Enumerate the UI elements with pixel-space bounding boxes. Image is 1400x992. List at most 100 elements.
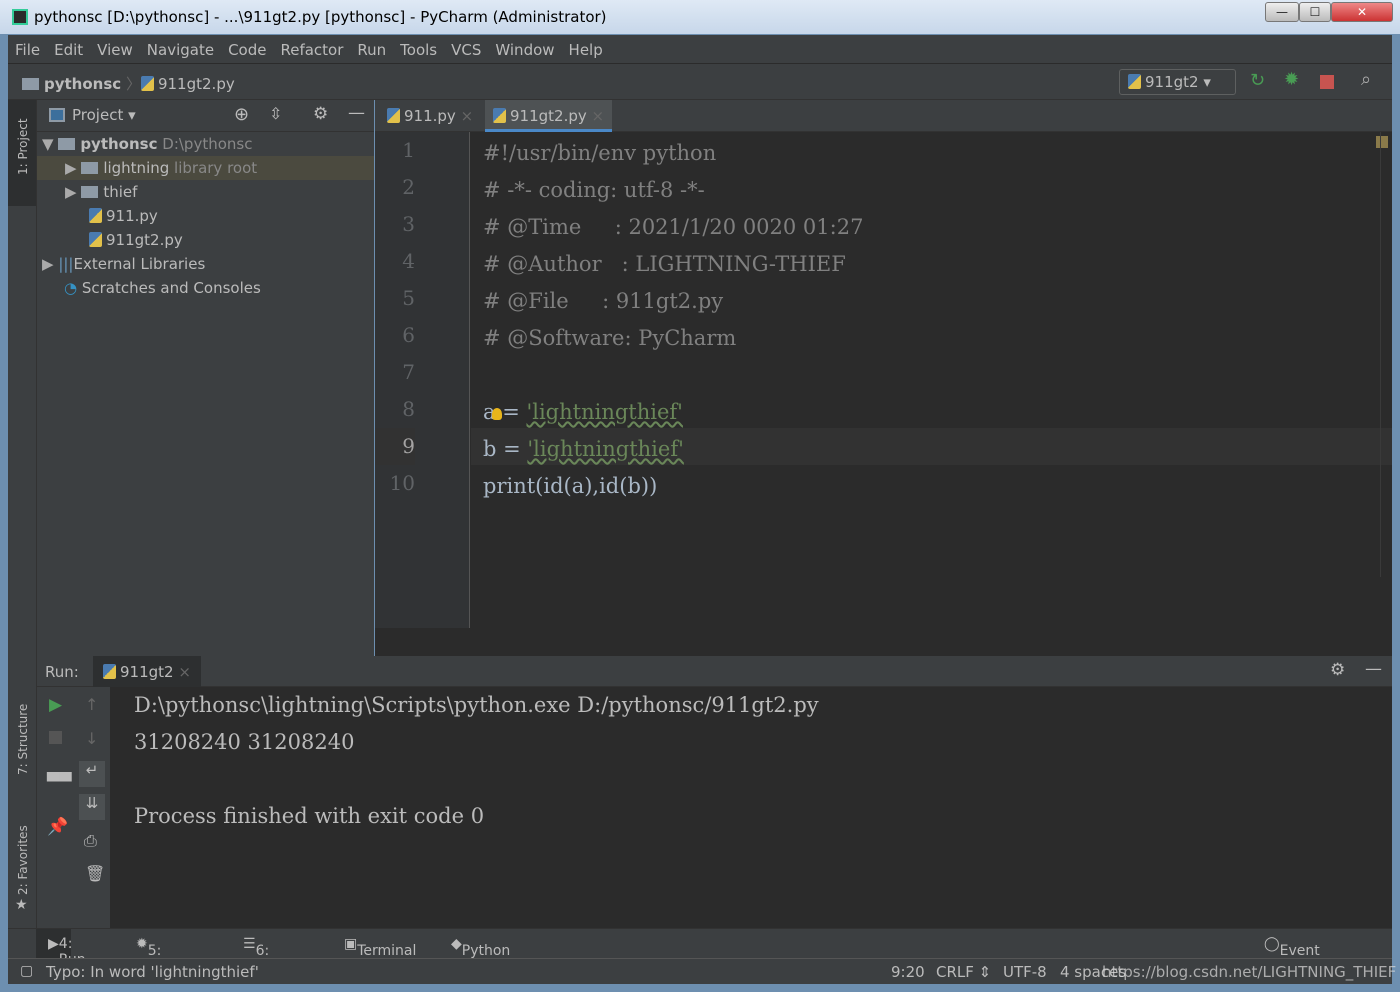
project-view-icon — [49, 108, 65, 122]
run-toolbar: ▶ ▀▀ 📌 ↑ ↓ ↵ ⇊ ⎙ 🗑 — [37, 687, 110, 928]
run-icon[interactable]: ▶ — [49, 695, 62, 715]
menu-refactor[interactable]: Refactor — [273, 35, 350, 59]
left-tool-strip: 1: Project 7: Structure 2: Favorites ★ — [8, 100, 37, 928]
code-line-9: b = 'lightningthief' — [483, 437, 684, 461]
scroll-to-end-icon[interactable]: ⇊ — [79, 794, 105, 820]
title-bar: pythonsc [D:\pythonsc] - ...\911gt2.py [… — [0, 0, 1400, 34]
chevron-down-icon: ▾ — [1203, 73, 1211, 91]
code-editor[interactable]: 911.py × 911gt2.py × 1 2 3 4 5 6 7 8 9 10 #!/usr/… — [375, 100, 1392, 656]
breadcrumb-project[interactable]: pythonsc — [44, 75, 121, 93]
breadcrumb-file[interactable]: 911gt2.py — [158, 75, 235, 93]
status-message: Typo: In word 'lightningthief' — [46, 963, 259, 981]
event-log-button[interactable]: ◯ Event Log — [1264, 936, 1320, 975]
editor-tabs: 911.py × 911gt2.py × — [375, 100, 1392, 132]
bottom-tab-todo[interactable]: ☰ 6: TODO — [243, 936, 297, 975]
watermark: https://blog.csdn.net/LIGHTNING_THIEF — [1102, 963, 1397, 981]
code-line-4: # @Author : LIGHTNING-THIEF — [483, 252, 846, 276]
hide-icon[interactable]: — — [348, 103, 365, 123]
line-separator[interactable]: CRLF ⇕ — [936, 963, 991, 981]
file-encoding[interactable]: UTF-8 — [1003, 963, 1047, 981]
toggle-tool-windows-icon[interactable]: ▢ — [20, 963, 33, 979]
debug-bug-icon[interactable]: ✹ — [1284, 69, 1299, 90]
project-tool-button[interactable]: 1: Project — [8, 100, 36, 206]
menu-window[interactable]: Window — [488, 35, 561, 59]
project-view-selector[interactable]: Project ▾ — [72, 106, 136, 124]
close-button[interactable]: ✕ — [1331, 2, 1393, 22]
menu-view[interactable]: View — [90, 35, 140, 59]
window-title: pythonsc [D:\pythonsc] - ...\911gt2.py [… — [34, 8, 607, 26]
lightbulb-icon[interactable] — [492, 408, 502, 420]
project-panel: Project ▾ ⊕ ⇳ ⚙ — ▼ pythonsc D:\pythonsc… — [37, 100, 374, 656]
pin-icon[interactable]: 📌 — [47, 817, 68, 837]
stop-icon[interactable] — [1320, 75, 1334, 89]
run-panel-header: Run: 911gt2 × ⚙ — — [37, 656, 1392, 687]
code-line-10: print(id(a),id(b)) — [483, 474, 658, 498]
caret-position[interactable]: 9:20 — [891, 963, 925, 981]
console-command-line: D:\pythonsc\lightning\Scripts\python.exe… — [134, 693, 819, 717]
collapse-all-icon[interactable]: ⇳ — [269, 104, 282, 123]
code-line-2: # -*- coding: utf-8 -*- — [483, 178, 705, 202]
menu-navigate[interactable]: Navigate — [140, 35, 221, 59]
code-line-5: # @File : 911gt2.py — [483, 289, 724, 313]
gear-icon[interactable]: ⚙ — [313, 104, 328, 124]
down-arrow-icon[interactable]: ↓ — [85, 729, 98, 748]
tree-item-external-libraries[interactable]: ▶ |||External Libraries — [37, 252, 374, 276]
bottom-tab-python-console[interactable]: ◆ Python Console — [451, 936, 517, 975]
tree-item-thief[interactable]: ▶ thief — [37, 180, 374, 204]
menu-tools[interactable]: Tools — [393, 35, 444, 59]
bottom-tab-run[interactable]: ▶ 4: Run — [36, 929, 86, 968]
menu-file[interactable]: File — [8, 35, 47, 59]
tree-item-911gt2-py[interactable]: 911gt2.py — [37, 228, 374, 252]
console-output-line: 31208240 31208240 — [134, 730, 355, 754]
star-icon: ★ — [15, 897, 28, 913]
locate-icon[interactable]: ⊕ — [234, 104, 249, 125]
tab-911gt2-py[interactable]: 911gt2.py × — [485, 100, 613, 132]
menu-edit[interactable]: Edit — [47, 35, 90, 59]
editor-scrollbar[interactable] — [1380, 132, 1392, 577]
code-line-6: # @Software: PyCharm — [483, 326, 737, 350]
python-file-icon — [140, 76, 154, 91]
folder-icon — [22, 78, 39, 90]
soft-wrap-icon[interactable]: ↵ — [79, 761, 105, 787]
bottom-tab-debug[interactable]: ✹ 5: Debug — [136, 936, 194, 975]
menu-vcs[interactable]: VCS — [444, 35, 488, 59]
tree-item-scratches[interactable]: ◔ Scratches and Consoles — [37, 276, 374, 300]
up-arrow-icon[interactable]: ↑ — [85, 695, 98, 714]
status-bar: ▢ Typo: In word 'lightningthief' 9:20 CR… — [8, 958, 1396, 984]
stop-icon[interactable] — [49, 731, 62, 744]
run-panel: Run: 911gt2 × ⚙ — ▶ ▀▀ 📌 ↑ ↓ ↵ ⇊ ⎙ 🗑 D:\… — [37, 656, 1392, 928]
favorites-tool-button[interactable]: 2: Favorites — [16, 825, 30, 895]
tree-item-lightning[interactable]: ▶ lightning library root — [37, 156, 374, 180]
menu-bar: File Edit View Navigate Code Refactor Run Tools… — [8, 35, 1392, 64]
print-icon[interactable]: ⎙ — [84, 831, 97, 851]
bottom-tool-tabs: ▶ 4: Run ✹ 5: Debug ☰ 6: TODO ▣ Terminal… — [8, 928, 1392, 975]
run-config-label: 911gt2 — [1145, 73, 1199, 91]
layout-icon[interactable]: ▀▀ — [47, 772, 72, 791]
rerun-icon[interactable]: ↻ — [1250, 70, 1265, 91]
project-panel-header: Project ▾ ⊕ ⇳ ⚙ — — [37, 100, 374, 132]
run-label: Run: — [45, 663, 79, 681]
minimize-button[interactable]: — — [1265, 2, 1299, 22]
code-line-3: # @Time : 2021/1/20 0020 01:27 — [483, 215, 864, 239]
line-number-gutter: 1 2 3 4 5 6 7 8 9 10 — [375, 132, 470, 628]
menu-help[interactable]: Help — [562, 35, 610, 59]
gear-icon[interactable]: ⚙ — [1330, 660, 1345, 680]
tree-item-pythonsc[interactable]: ▼ pythonsc D:\pythonsc — [37, 132, 374, 156]
code-line-1: #!/usr/bin/env python — [483, 141, 717, 165]
pycharm-logo-icon — [12, 9, 28, 25]
run-config-selector[interactable]: 911gt2 ▾ — [1119, 69, 1236, 95]
trash-icon[interactable]: 🗑 — [85, 864, 105, 883]
menu-run[interactable]: Run — [350, 35, 393, 59]
structure-tool-button[interactable]: 7: Structure — [16, 704, 30, 775]
tab-911-py[interactable]: 911.py × — [379, 100, 481, 132]
breadcrumb: pythonsc 〉 911gt2.py — [22, 73, 235, 94]
navigation-bar: pythonsc 〉 911gt2.py 911gt2 ▾ ↻ ✹ ⌕ — [8, 64, 1392, 100]
search-icon[interactable]: ⌕ — [1361, 69, 1371, 90]
run-tab-911gt2[interactable]: 911gt2 × — [93, 656, 201, 687]
bottom-tab-terminal[interactable]: ▣ Terminal — [344, 936, 416, 959]
hide-icon[interactable]: — — [1365, 659, 1382, 679]
menu-code[interactable]: Code — [221, 35, 273, 59]
maximize-button[interactable]: ☐ — [1299, 2, 1331, 22]
tree-item-911-py[interactable]: 911.py — [37, 204, 374, 228]
project-tool-label: 1: Project — [16, 118, 30, 175]
